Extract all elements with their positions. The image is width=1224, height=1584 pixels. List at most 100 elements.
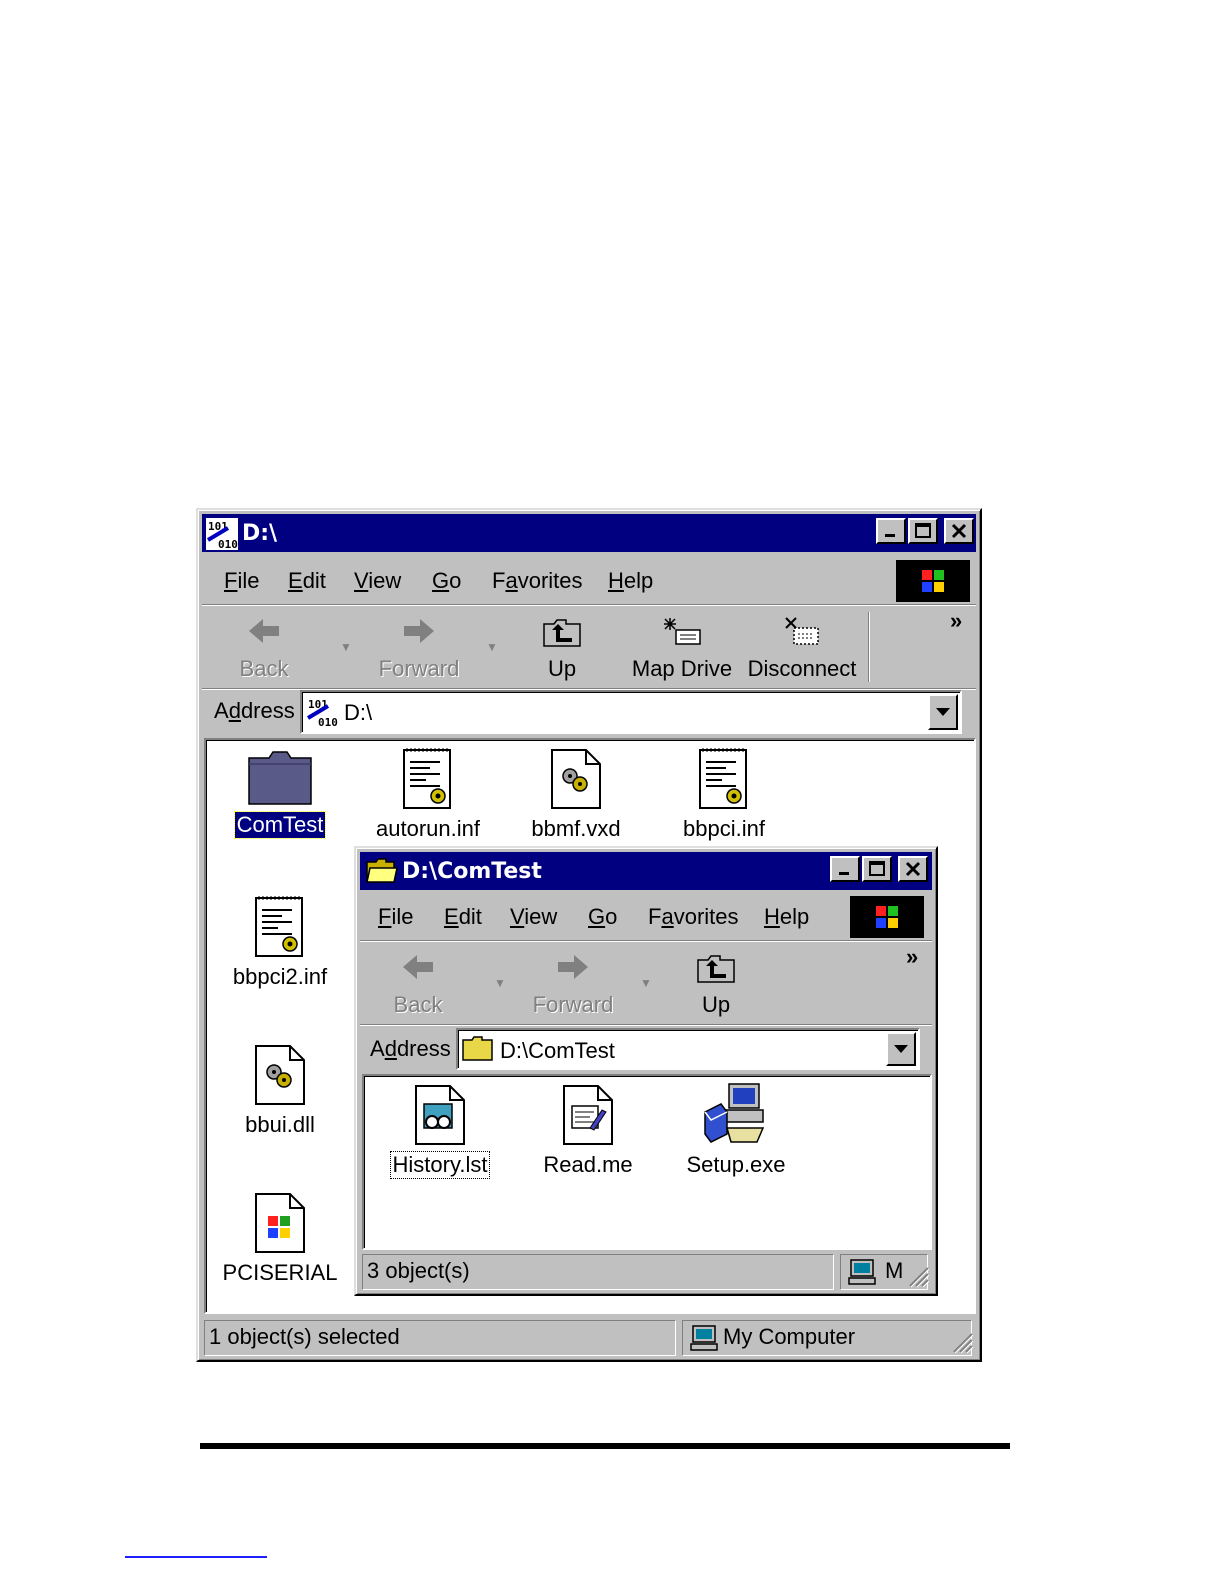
file-item[interactable]: PCISERIAL [210,1190,350,1286]
menu-bar: File Edit View Go Favorites Help [360,894,932,940]
text-document-icon [563,1085,613,1145]
status-object-count: 3 object(s) [362,1254,834,1290]
footnote-rule [125,1556,267,1558]
menu-bar: File Edit View Go Favorites Help [202,556,976,602]
up-folder-icon [697,955,735,983]
inf-file-icon [255,896,303,957]
menu-go[interactable]: Go [432,568,461,594]
setup-installer-icon [704,1083,765,1143]
map-drive-button[interactable]: Map Drive [626,616,738,686]
system-file-icon [551,749,601,809]
back-button[interactable]: Back [384,952,452,1022]
menu-file[interactable]: File [224,568,259,594]
back-button[interactable]: Back [230,616,298,686]
file-name: PCISERIAL [222,1260,338,1285]
toolbar-more-chevron[interactable]: » [950,608,962,634]
menu-separator [202,604,976,606]
open-folder-icon [366,858,398,883]
close-button[interactable] [898,856,928,882]
back-dropdown-arrow[interactable]: ▼ [494,976,506,990]
status-zone-text: My Computer [723,1324,856,1349]
file-item[interactable]: bbpci2.inf [210,894,350,990]
minimize-button[interactable] [876,518,906,544]
address-label: Address [214,698,295,723]
address-input[interactable]: D:\ComTest [500,1038,615,1064]
menu-edit[interactable]: Edit [444,904,482,930]
svg-text:010: 010 [218,538,238,550]
horizontal-rule [200,1443,1010,1449]
forward-arrow-icon [404,619,434,643]
resize-grip-icon[interactable] [950,1330,974,1354]
back-dropdown-arrow[interactable]: ▼ [340,640,352,654]
folder-icon [462,1036,493,1061]
forward-button[interactable]: Forward [374,616,464,686]
title-bar[interactable]: 101 010 D:\ [202,514,976,552]
maximize-button[interactable] [908,518,938,544]
menu-view[interactable]: View [510,904,557,930]
address-input[interactable]: D:\ [344,700,372,726]
forward-arrow-icon [558,955,588,979]
title-bar[interactable]: D:\ComTest [360,852,932,890]
window-title: D:\ [242,521,278,546]
cd-drive-icon: 101 010 [206,518,238,550]
forward-button[interactable]: Forward [528,952,618,1022]
maximize-button[interactable] [862,856,892,882]
menu-favorites[interactable]: Favorites [648,904,739,930]
cd-drive-icon: 101 010 [306,698,338,728]
toolbar-more-chevron[interactable]: » [906,944,918,970]
file-name: Setup.exe [686,1152,786,1177]
address-bar[interactable]: D:\ComTest [456,1028,920,1070]
my-computer-icon [848,1259,876,1285]
back-label: Back [239,656,289,681]
address-label: Address [370,1036,451,1061]
status-bar: 1 object(s) selected My Computer [202,1320,976,1356]
file-name: bbui.dll [245,1112,315,1137]
forward-label: Forward [532,992,614,1017]
minimize-button[interactable] [830,856,860,882]
back-arrow-icon [249,619,279,643]
menu-view[interactable]: View [354,568,401,594]
file-name: autorun.inf [376,816,480,841]
menu-go[interactable]: Go [588,904,617,930]
menu-help[interactable]: Help [608,568,653,594]
system-file-icon [255,1045,305,1105]
file-item[interactable]: bbmf.vxd [506,746,646,842]
forward-dropdown-arrow[interactable]: ▼ [486,640,498,654]
file-item[interactable]: Read.me [518,1082,658,1178]
viewer-file-icon [415,1085,465,1145]
up-label: Up [701,992,731,1017]
file-item[interactable]: ComTest [210,750,350,839]
file-item[interactable]: bbui.dll [210,1042,350,1138]
file-list-pane[interactable]: History.lst Read.me Setup.exe [362,1074,932,1250]
menu-favorites[interactable]: Favorites [492,568,583,594]
resize-grip-icon[interactable] [906,1264,930,1288]
disconnect-button[interactable]: Disconnect [746,616,858,686]
standard-toolbar: Back ▼ Forward ▼ Up » [360,944,932,1024]
address-dropdown-button[interactable] [886,1032,916,1066]
back-arrow-icon [403,955,433,979]
close-button[interactable] [944,518,974,544]
up-label: Up [547,656,577,681]
back-label: Back [393,992,443,1017]
file-item[interactable]: bbpci.inf [654,746,794,842]
menu-help[interactable]: Help [764,904,809,930]
window-title: D:\ComTest [402,859,542,884]
dropdown-arrow-icon [894,1045,908,1053]
file-name: History.lst [389,1151,491,1179]
file-item[interactable]: Setup.exe [666,1082,806,1178]
address-dropdown-button[interactable] [928,694,958,730]
maximize-icon [869,861,885,876]
minimize-icon [885,534,895,537]
file-item[interactable]: History.lst [370,1082,510,1179]
windows-flag-icon [876,906,898,928]
menu-edit[interactable]: Edit [288,568,326,594]
address-bar[interactable]: 101 010 D:\ [300,690,962,734]
up-button[interactable]: Up [686,952,746,1022]
forward-dropdown-arrow[interactable]: ▼ [640,976,652,990]
file-item[interactable]: autorun.inf [358,746,498,842]
menu-file[interactable]: File [378,904,413,930]
windows-logo-throbber [896,560,970,602]
svg-text:010: 010 [318,716,338,728]
standard-toolbar: Back ▼ Forward ▼ Up Map Drive Disconnect… [202,608,976,688]
up-button[interactable]: Up [532,616,592,686]
